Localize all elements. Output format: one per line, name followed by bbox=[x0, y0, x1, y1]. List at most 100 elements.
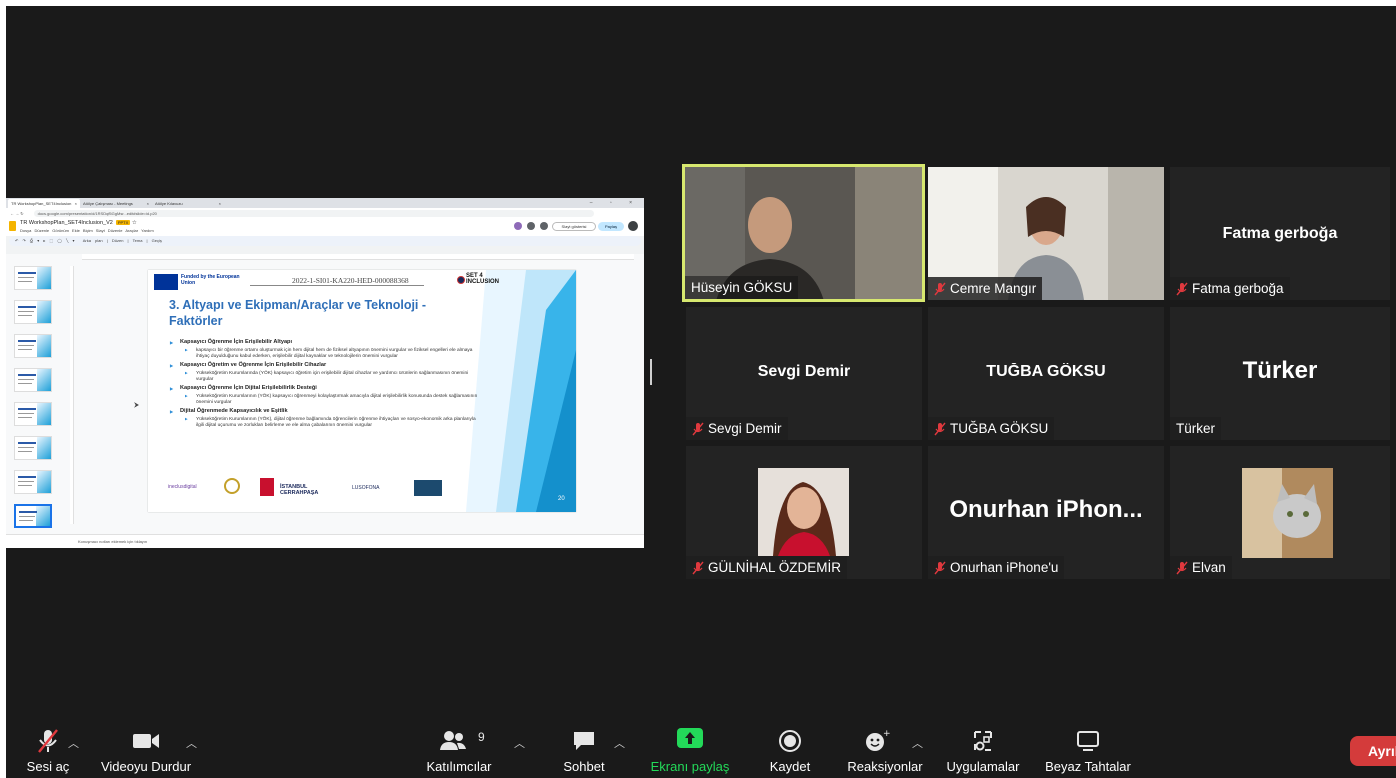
participant-tile[interactable]: Cemre Mangır bbox=[928, 167, 1164, 300]
share-screen-arrow-icon bbox=[677, 728, 703, 748]
slide-thumbnail-selected[interactable] bbox=[14, 504, 52, 528]
toolbar-icons: ↶ ↷ ⎙ ▾ ▸ ⬚ ◯ ╲ ▾ bbox=[15, 238, 75, 243]
participant-name: Fatma gerboğa bbox=[1192, 281, 1284, 296]
slide-bullet-list: Kapsayıcı Öğrenme İçin Erişilebilir Alty… bbox=[170, 336, 480, 428]
slide-thumbnail[interactable] bbox=[14, 436, 52, 460]
participants-icon bbox=[440, 731, 466, 750]
whiteboard-icon bbox=[1077, 731, 1099, 751]
slide-thumbnail[interactable] bbox=[14, 300, 52, 324]
current-slide[interactable]: Funded by the European Union 2022-1-SI01… bbox=[148, 270, 576, 512]
participant-tile[interactable]: TUĞBA GÖKSU TUĞBA GÖKSU bbox=[928, 307, 1164, 440]
participant-tile[interactable]: Elvan bbox=[1170, 446, 1390, 579]
participants-label: Katılımcılar bbox=[426, 759, 492, 774]
shared-screen[interactable]: TR WorkshopPlan_SET4Inclusion × Atölye Ça… bbox=[6, 198, 644, 548]
participant-name-label: Türker bbox=[1170, 417, 1222, 440]
browser-tab-label: Atölye Kılavuzu bbox=[155, 201, 183, 206]
audio-options-caret-icon[interactable]: ︿ bbox=[68, 735, 79, 751]
apps-button[interactable]: Uygulamalar bbox=[938, 722, 1028, 778]
slide-thumbnail[interactable] bbox=[14, 368, 52, 392]
participant-display-name: Türker bbox=[1242, 357, 1318, 384]
muted-microphone-icon bbox=[1176, 282, 1188, 295]
bullet-body: Yükseköğretim Kurumlarının (YÖK), dijita… bbox=[170, 417, 480, 428]
collaborator-avatar-icon[interactable] bbox=[514, 222, 522, 230]
slide-thumbnail[interactable] bbox=[14, 266, 52, 290]
reactions-label: Reaksiyonlar bbox=[847, 759, 923, 774]
speaker-notes[interactable]: Konuşmacı notları eklemek için tıklayın bbox=[6, 534, 644, 548]
whiteboards-label: Beyaz Tahtalar bbox=[1045, 759, 1131, 774]
muted-microphone-icon bbox=[692, 422, 704, 435]
address-bar[interactable]: docs.google.com/presentation/d/1RSDqf5Gg… bbox=[33, 209, 594, 217]
participant-tile-active-speaker[interactable]: Hüseyin GÖKSU bbox=[682, 164, 925, 302]
participant-name-label: Hüseyin GÖKSU bbox=[685, 276, 799, 299]
menu-bar[interactable]: Dosya Düzenle Görünüm Ekle Biçim Slayt D… bbox=[20, 228, 154, 233]
account-avatar[interactable] bbox=[628, 221, 638, 231]
participant-tile[interactable]: Türker Türker bbox=[1170, 307, 1390, 440]
forward-icon[interactable]: → bbox=[15, 211, 19, 216]
horizontal-ruler bbox=[82, 254, 634, 260]
reactions-options-caret-icon[interactable]: ︿ bbox=[912, 735, 923, 751]
record-button[interactable]: Kaydet bbox=[758, 722, 822, 778]
mouse-cursor-icon: ⮞ bbox=[134, 402, 140, 409]
header-icons bbox=[514, 222, 548, 230]
split-divider-handle[interactable] bbox=[650, 359, 652, 385]
close-icon[interactable]: × bbox=[219, 199, 221, 208]
slides-logo-icon[interactable] bbox=[9, 221, 16, 231]
share-screen-button[interactable]: Ekranı paylaş bbox=[644, 722, 736, 778]
participants-button[interactable]: 9 Katılımcılar bbox=[416, 722, 502, 778]
bullet-heading: Kapsayıcı Öğrenme İçin Erişilebilir Alty… bbox=[170, 339, 480, 346]
browser-tab[interactable]: Atölye Çalışması - Meetings × bbox=[80, 199, 152, 208]
participant-name: Cemre Mangır bbox=[950, 281, 1037, 296]
slide-thumbnail[interactable] bbox=[14, 402, 52, 426]
comment-icon[interactable] bbox=[540, 222, 548, 230]
slide-title: 3. Altyapı ve Ekipman/Araçlar ve Teknolo… bbox=[169, 298, 427, 328]
project-code: 2022-1-SI01-KA220-HED-000088368 bbox=[292, 276, 409, 285]
participant-display-name: Sevgi Demir bbox=[757, 363, 851, 380]
muted-microphone-icon bbox=[38, 729, 58, 753]
participant-display-name: Fatma gerboğa bbox=[1222, 225, 1338, 242]
vertical-ruler bbox=[70, 266, 74, 524]
participant-tile[interactable]: Sevgi Demir Sevgi Demir bbox=[686, 307, 922, 440]
chat-button[interactable]: Sohbet bbox=[554, 722, 614, 778]
browser-tab[interactable]: Atölye Kılavuzu × bbox=[152, 199, 224, 208]
participant-tile[interactable]: Fatma gerboğa Fatma gerboğa bbox=[1170, 167, 1390, 300]
close-icon[interactable]: × bbox=[75, 199, 77, 208]
bullet-heading: Kapsayıcı Öğrenme İçin Dijital Erişilebi… bbox=[170, 385, 480, 392]
participant-tile[interactable]: GÜLNİHAL ÖZDEMİR bbox=[686, 446, 922, 579]
slide-thumbnail[interactable] bbox=[14, 334, 52, 358]
reload-icon[interactable]: ↻ bbox=[20, 211, 23, 216]
meeting-controls-bar: Sesi aç ︿ Videoyu Durdur ︿ 9 Katılımcıla… bbox=[6, 722, 1396, 778]
participant-name-label: Elvan bbox=[1170, 556, 1232, 579]
back-icon[interactable]: ← bbox=[10, 211, 14, 216]
whiteboards-button[interactable]: Beyaz Tahtalar bbox=[1038, 722, 1138, 778]
close-icon[interactable]: × bbox=[147, 199, 149, 208]
chat-label: Sohbet bbox=[563, 759, 605, 774]
slides-workspace: ⮞ Funded by the European Union 2022-1-SI… bbox=[6, 254, 644, 534]
participant-name-label: Cemre Mangır bbox=[928, 277, 1043, 300]
participant-display-name: TUĞBA GÖKSU bbox=[986, 363, 1106, 380]
bullet-body: kapsayıcı bir öğrenme ortamı oluşturmak … bbox=[170, 348, 480, 359]
document-title[interactable]: TR WorkshopPlan_SET4Inclusion_V2 PPTX ☆ bbox=[20, 220, 137, 226]
slide-thumbnail[interactable] bbox=[14, 470, 52, 494]
record-label: Kaydet bbox=[769, 759, 811, 774]
video-options-caret-icon[interactable]: ︿ bbox=[186, 735, 197, 751]
partner-logo-icon bbox=[414, 480, 442, 496]
shield-logo-icon bbox=[260, 478, 274, 496]
history-icon[interactable] bbox=[527, 222, 535, 230]
svg-text:+: + bbox=[883, 729, 891, 739]
share-button[interactable]: Paylaş bbox=[598, 222, 624, 231]
slides-toolbar[interactable]: ↶ ↷ ⎙ ▾ ▸ ⬚ ◯ ╲ ▾ Arka plan | Düzen | Te… bbox=[9, 236, 641, 246]
window-controls[interactable]: – ▫ × bbox=[590, 199, 644, 208]
participant-name: Sevgi Demir bbox=[708, 421, 782, 436]
leave-meeting-button[interactable]: Ayrıl bbox=[1350, 736, 1396, 766]
participant-name-label: TUĞBA GÖKSU bbox=[928, 417, 1055, 440]
funded-by-text: Funded by the European Union bbox=[181, 274, 240, 286]
participant-name: GÜLNİHAL ÖZDEMİR bbox=[708, 560, 842, 575]
present-button[interactable]: Slayt gösterisi bbox=[552, 222, 596, 231]
participant-tile[interactable]: Onurhan iPhon... Onurhan iPhone'u bbox=[928, 446, 1164, 579]
participants-options-caret-icon[interactable]: ︿ bbox=[514, 735, 525, 751]
participant-name-label: Sevgi Demir bbox=[686, 417, 788, 440]
browser-tab[interactable]: TR WorkshopPlan_SET4Inclusion × bbox=[8, 199, 80, 208]
profile-picture bbox=[1242, 468, 1333, 558]
chat-options-caret-icon[interactable]: ︿ bbox=[614, 735, 625, 751]
participant-name: Hüseyin GÖKSU bbox=[691, 280, 793, 295]
